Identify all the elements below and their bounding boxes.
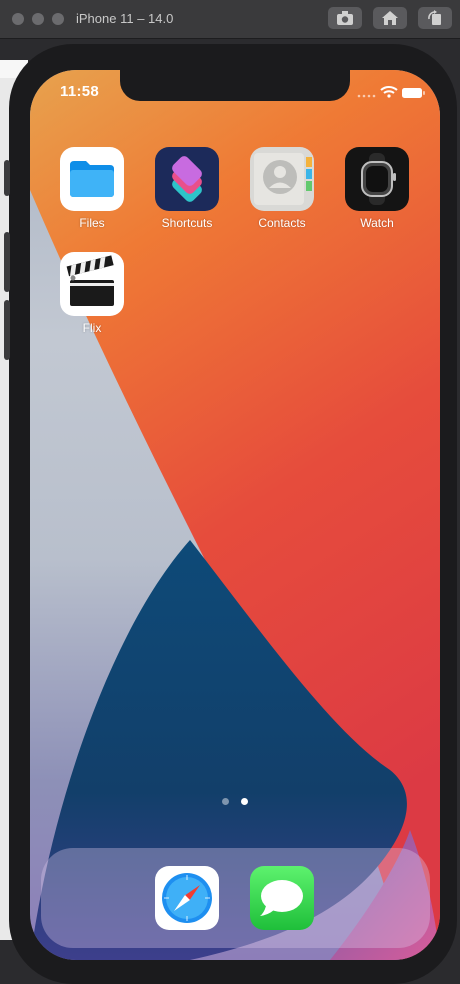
dock-app-messages[interactable] (250, 866, 314, 930)
simulator-title-bar: iPhone 11 – 14.0 (0, 0, 460, 39)
clapperboard-icon (60, 252, 124, 316)
rotate-icon (428, 10, 441, 25)
volume-down-button (4, 300, 10, 360)
contacts-icon (250, 147, 314, 211)
screenshot-button[interactable] (328, 7, 362, 29)
app-shortcuts[interactable]: Shortcuts (155, 147, 219, 230)
page-dot-2[interactable] (241, 798, 248, 805)
safari-icon (155, 866, 219, 930)
files-icon (60, 147, 124, 211)
close-window-button[interactable] (12, 13, 24, 25)
app-contacts[interactable]: Contacts (250, 147, 314, 230)
wifi-icon (380, 86, 398, 98)
mute-switch (4, 160, 10, 196)
home-icon (382, 11, 398, 25)
status-indicators (357, 86, 425, 98)
page-dot-1[interactable] (222, 798, 229, 805)
app-label: Shortcuts (161, 216, 213, 230)
home-button[interactable] (373, 7, 407, 29)
shortcuts-icon (155, 147, 219, 211)
status-time: 11:58 (60, 83, 100, 100)
notch (120, 70, 350, 101)
app-label: Watch (360, 216, 394, 230)
minimize-window-button[interactable] (32, 13, 44, 25)
camera-icon (337, 11, 353, 25)
app-watch[interactable]: Watch (345, 147, 409, 230)
messages-icon (250, 866, 314, 930)
rotate-button[interactable] (418, 7, 452, 29)
app-flix[interactable]: Flix (60, 252, 124, 335)
app-label: Files (79, 216, 105, 230)
app-label: Flix (82, 321, 102, 335)
zoom-window-button[interactable] (52, 13, 64, 25)
volume-up-button (4, 232, 10, 292)
battery-icon (402, 88, 425, 98)
watch-icon (345, 147, 409, 211)
app-files[interactable]: Files (60, 147, 124, 230)
signal-icon (357, 94, 376, 98)
window-title: iPhone 11 – 14.0 (76, 11, 174, 26)
app-label: Contacts (258, 216, 306, 230)
dock (41, 848, 430, 948)
dock-app-safari[interactable] (155, 866, 219, 930)
